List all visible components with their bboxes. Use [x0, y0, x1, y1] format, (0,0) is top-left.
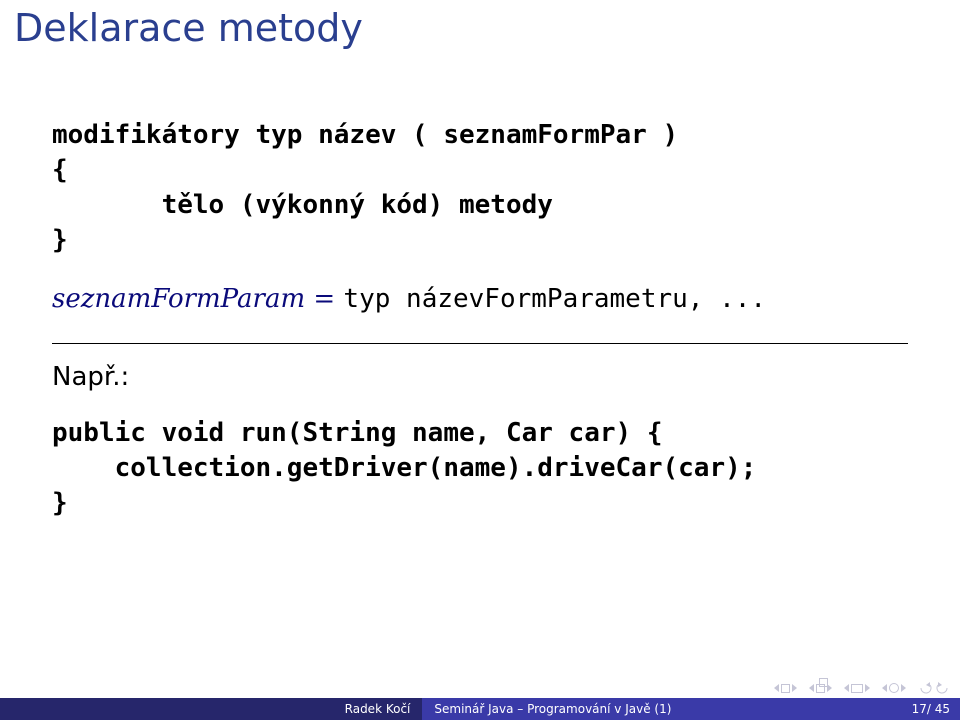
- nav-backforward-group[interactable]: [918, 682, 950, 694]
- example-l2: collection.getDriver(name).driveCar(car)…: [52, 453, 756, 483]
- section-icon[interactable]: [851, 684, 863, 693]
- slide-content: modifikátory typ název ( seznamFormPar )…: [52, 118, 908, 521]
- nav-slide-group[interactable]: [774, 684, 797, 693]
- decl-line1: modifikátory typ název ( seznamFormPar ): [52, 120, 678, 150]
- example-code-block: public void run(String name, Car car) { …: [52, 416, 908, 521]
- doc-end-icon[interactable]: [901, 684, 906, 692]
- param-lhs: seznamFormParam: [52, 284, 305, 314]
- decl-line3-indent: [52, 190, 162, 220]
- footer-page: 17/ 45: [896, 698, 960, 720]
- decl-line2: {: [52, 155, 68, 185]
- prev-section-icon[interactable]: [844, 684, 849, 692]
- spacer: [52, 258, 908, 282]
- param-eq: =: [305, 284, 343, 314]
- slide-icon[interactable]: [781, 684, 790, 693]
- nav-doc-group[interactable]: [882, 683, 906, 693]
- decl-line4: }: [52, 225, 68, 255]
- divider: [52, 343, 908, 344]
- next-slide-icon[interactable]: [792, 684, 797, 692]
- footer-author: Radek Kočí: [0, 698, 422, 720]
- param-definition: seznamFormParam = typ názevFormParametru…: [52, 282, 908, 317]
- example-l1: public void run(String name, Car car) {: [52, 418, 662, 448]
- decl-line3: tělo (výkonný kód) metody: [162, 190, 553, 220]
- prev-frame-icon[interactable]: [809, 684, 814, 692]
- nav-section-group[interactable]: [844, 684, 870, 693]
- doc-begin-icon[interactable]: [882, 684, 887, 692]
- method-declaration-block: modifikátory typ název ( seznamFormPar )…: [52, 118, 908, 258]
- go-forward-icon[interactable]: [936, 682, 950, 694]
- beamer-nav-symbols: [774, 682, 950, 694]
- slide-title: Deklarace metody: [14, 6, 363, 50]
- nav-frame-group[interactable]: [809, 684, 832, 693]
- slide-root: Deklarace metody modifikátory typ název …: [0, 0, 960, 720]
- example-label: Např.:: [52, 360, 908, 395]
- frame-icon[interactable]: [816, 684, 825, 693]
- footer-lecture: Seminář Java – Programování v Javě (1): [422, 698, 896, 720]
- example-l3: }: [52, 488, 68, 518]
- prev-slide-icon[interactable]: [774, 684, 779, 692]
- go-back-icon[interactable]: [918, 682, 932, 694]
- param-rhs: typ názevFormParametru, ...: [343, 284, 766, 314]
- next-frame-icon[interactable]: [827, 684, 832, 692]
- footer-bar: Radek Kočí Seminář Java – Programování v…: [0, 698, 960, 720]
- doc-icon[interactable]: [889, 683, 899, 693]
- next-section-icon[interactable]: [865, 684, 870, 692]
